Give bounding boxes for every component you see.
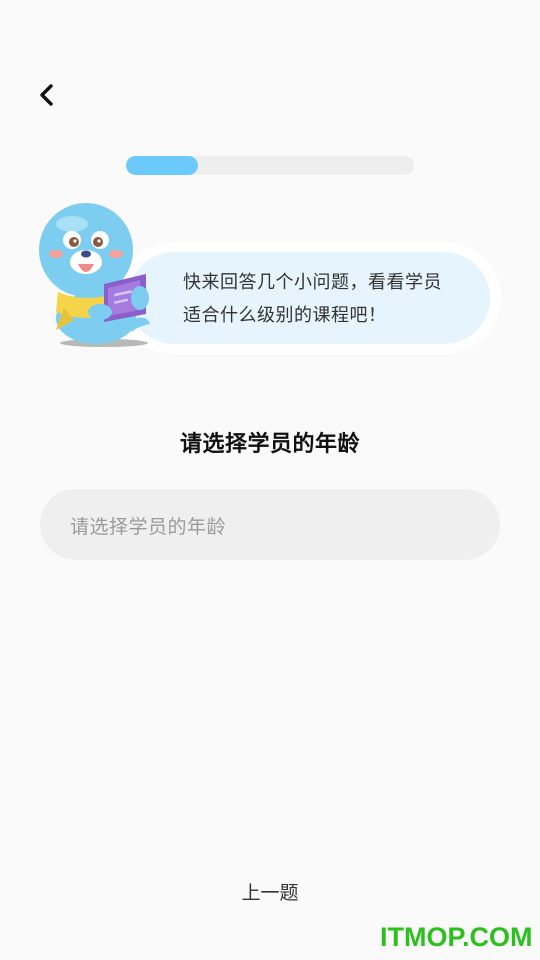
speech-bubble-line-2: 适合什么级别的课程吧！ [183, 305, 387, 326]
chevron-left-icon [40, 84, 53, 106]
speech-bubble-text: 快来回答几个小问题，看看学员 适合什么级别的课程吧！ [183, 266, 483, 332]
question-title: 请选择学员的年龄 [179, 432, 360, 457]
previous-question-button[interactable]: 上一题 [210, 876, 330, 910]
watermark: ITMOP.COM [380, 922, 533, 952]
age-select-field[interactable]: 请选择学员的年龄 [40, 489, 500, 560]
speech-bubble-line-1: 快来回答几个小问题，看看学员 [183, 272, 442, 293]
back-button[interactable] [30, 78, 64, 112]
progress-bar [126, 156, 414, 175]
age-select-placeholder: 请选择学员的年龄 [70, 516, 227, 538]
seal-mascot-icon [39, 203, 150, 347]
progress-bar-fill [126, 156, 198, 175]
